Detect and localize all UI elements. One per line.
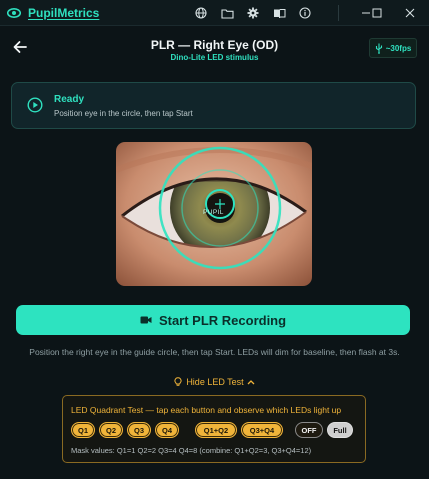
video-camera-icon [140, 315, 152, 325]
lightbulb-icon [174, 377, 182, 386]
play-circle-icon [27, 97, 43, 113]
start-plr-recording-button[interactable]: Start PLR Recording [16, 305, 410, 335]
maximize-icon[interactable] [366, 3, 388, 23]
status-message: Position eye in the circle, then tap Sta… [54, 109, 193, 118]
info-icon[interactable] [296, 4, 314, 22]
hide-led-test-toggle[interactable]: Hide LED Test [0, 377, 429, 389]
q1-q2-button[interactable]: Q1+Q2 [195, 422, 237, 438]
q2-button[interactable]: Q2 [99, 422, 123, 438]
full-button[interactable]: Full [327, 422, 353, 438]
title-bar: PupilMetrics [0, 0, 429, 26]
status-card: Ready Position eye in the circle, then t… [11, 82, 416, 129]
brand: PupilMetrics [6, 5, 99, 21]
status-title: Ready [54, 94, 85, 105]
q4-button[interactable]: Q4 [155, 422, 179, 438]
page-title: PLR — Right Eye (OD) [150, 38, 279, 52]
led-test-title: LED Quadrant Test — tap each button and … [71, 405, 342, 415]
eye-icon [6, 5, 22, 21]
close-icon[interactable] [399, 3, 421, 23]
app-name[interactable]: PupilMetrics [28, 6, 99, 20]
fps-value: ~30fps [385, 43, 412, 53]
chevron-up-icon [247, 380, 255, 385]
off-button[interactable]: OFF [295, 422, 323, 438]
page-subtitle: Dino-Lite LED stimulus [170, 53, 259, 62]
q3-q4-button[interactable]: Q3+Q4 [241, 422, 283, 438]
camera-preview[interactable]: PUPIL [116, 142, 312, 286]
titlebar-divider [338, 5, 339, 21]
toggle-label: Hide LED Test [186, 377, 244, 387]
mask-values-text: Mask values: Q1=1 Q2=2 Q3=4 Q4=8 (combin… [71, 446, 312, 455]
q3-button[interactable]: Q3 [127, 422, 151, 438]
globe-icon[interactable] [192, 4, 210, 22]
book-icon[interactable] [270, 4, 288, 22]
start-label: Start PLR Recording [158, 312, 287, 328]
q1-button[interactable]: Q1 [71, 422, 95, 438]
fps-badge: ~30fps [369, 38, 417, 58]
instructions-text: Position the right eye in the guide circ… [29, 347, 400, 357]
gear-icon[interactable] [244, 4, 262, 22]
led-quadrant-test-panel: LED Quadrant Test — tap each button and … [62, 395, 366, 463]
pupil-overlay-label: PUPIL [203, 209, 224, 216]
usb-icon [375, 43, 382, 54]
folder-icon[interactable] [218, 4, 236, 22]
